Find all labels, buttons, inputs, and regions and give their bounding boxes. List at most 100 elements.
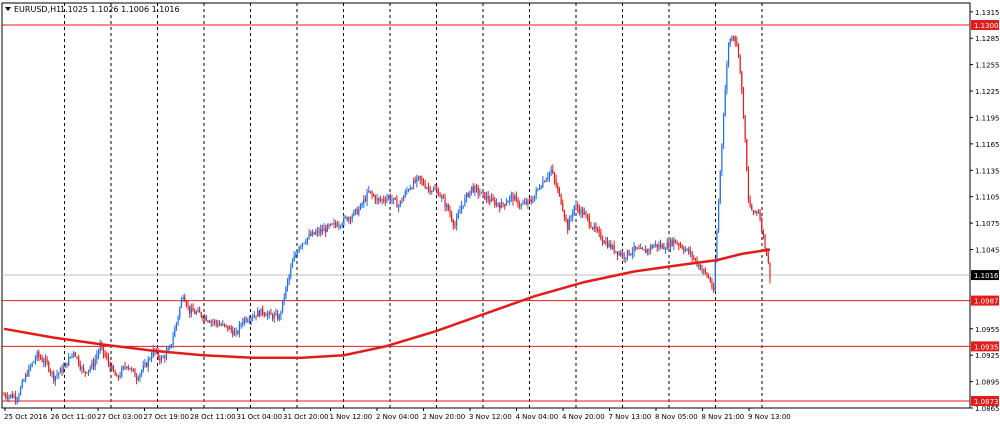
- x-tick-label: 27 Oct 19:00: [144, 413, 190, 421]
- candle-body: [250, 318, 252, 321]
- candle-body: [270, 312, 272, 315]
- candle-body: [767, 255, 769, 263]
- moving-average-line: [3, 248, 771, 360]
- candle-body: [608, 243, 610, 248]
- candle-body: [454, 225, 456, 227]
- candle-body: [446, 204, 448, 207]
- candle-body: [678, 243, 680, 246]
- candle-body: [18, 394, 20, 400]
- candle-body: [51, 372, 53, 374]
- candle-body: [300, 245, 302, 247]
- candle-body: [213, 320, 216, 322]
- candle-body: [429, 187, 431, 193]
- candle-body: [89, 367, 91, 370]
- candle-body: [96, 355, 98, 360]
- candle-body: [278, 315, 280, 320]
- candle-body: [281, 300, 284, 313]
- candle-body: [56, 374, 58, 377]
- y-tick-label: 1.0895: [975, 379, 1000, 387]
- candle-body: [620, 252, 622, 256]
- candle-body: [215, 320, 217, 324]
- candle-body: [339, 225, 342, 227]
- candle-body: [8, 396, 10, 399]
- candle-body: [502, 202, 504, 205]
- dropdown-triangle-icon[interactable]: [5, 7, 11, 11]
- candle-body: [464, 197, 466, 206]
- candle-body: [15, 395, 17, 400]
- candle-body: [320, 229, 322, 233]
- candle-body: [701, 269, 703, 271]
- candle-body: [116, 375, 118, 377]
- candle-body: [396, 199, 398, 208]
- candle-body: [24, 374, 27, 381]
- candle-body: [510, 194, 512, 197]
- candle-body: [628, 250, 630, 255]
- candle-body: [739, 54, 741, 72]
- candle-body: [68, 357, 70, 366]
- candle-body: [343, 217, 345, 224]
- candle-body: [621, 253, 624, 256]
- candle-body: [693, 257, 695, 259]
- candle-body: [43, 361, 45, 363]
- candle-body: [625, 257, 627, 259]
- candle-body: [515, 196, 517, 199]
- candle-body: [112, 365, 115, 372]
- candle-body: [253, 315, 255, 318]
- candle-body: [388, 195, 390, 199]
- candle-body: [485, 195, 488, 200]
- candle-body: [356, 208, 358, 215]
- candle-body: [136, 376, 138, 380]
- candle-body: [616, 251, 619, 255]
- candle-body: [222, 323, 224, 326]
- candle-body: [645, 250, 647, 253]
- candle-body: [679, 245, 682, 247]
- candle-body: [190, 308, 192, 314]
- candle-body: [325, 228, 327, 232]
- candle-body: [504, 204, 506, 206]
- time-axis: 25 Oct 2016 26 Oct 11:00 27 Oct 03:00 27 Oc…: [4, 408, 791, 421]
- candle-body: [46, 359, 48, 363]
- candle-body: [306, 237, 309, 243]
- candle-body: [495, 202, 498, 206]
- candle-body: [207, 320, 209, 322]
- candle-body: [505, 202, 507, 206]
- candle-body: [104, 353, 106, 356]
- candle-body: [364, 199, 367, 201]
- candle-body: [3, 394, 5, 396]
- candle-body: [258, 310, 260, 317]
- candle-body: [542, 181, 544, 187]
- candle-body: [520, 204, 522, 206]
- candle-body: [23, 380, 25, 382]
- candle-body: [369, 191, 372, 193]
- candle-body: [121, 368, 123, 376]
- candle-body: [553, 173, 556, 180]
- candle-body: [587, 214, 589, 218]
- candle-body: [341, 223, 343, 226]
- candle-body: [727, 44, 730, 65]
- candle-body: [426, 187, 428, 189]
- candle-body: [230, 327, 232, 331]
- candle-body: [205, 316, 207, 321]
- candle-body: [63, 367, 65, 373]
- candle-body: [283, 297, 285, 301]
- candle-body: [210, 321, 212, 323]
- candle-body: [736, 41, 738, 45]
- candle-body: [431, 191, 433, 193]
- candle-body: [525, 202, 527, 205]
- candle-body: [756, 211, 758, 213]
- candle-body: [144, 363, 146, 366]
- candle-body: [444, 198, 446, 207]
- candle-body: [650, 246, 652, 251]
- candle-body: [66, 363, 68, 366]
- x-tick-label: 27 Oct 03:00: [97, 413, 143, 421]
- y-tick-label: 1.1315: [975, 9, 1000, 17]
- candle-body: [605, 241, 607, 244]
- candle-body: [134, 369, 136, 377]
- candle-body: [10, 394, 12, 397]
- y-tick-label: 1.1225: [975, 88, 1000, 96]
- candle-body: [688, 248, 690, 253]
- candle-body: [366, 192, 368, 201]
- candle-body: [487, 195, 489, 200]
- candle-body: [449, 210, 451, 215]
- candle-body: [482, 191, 484, 193]
